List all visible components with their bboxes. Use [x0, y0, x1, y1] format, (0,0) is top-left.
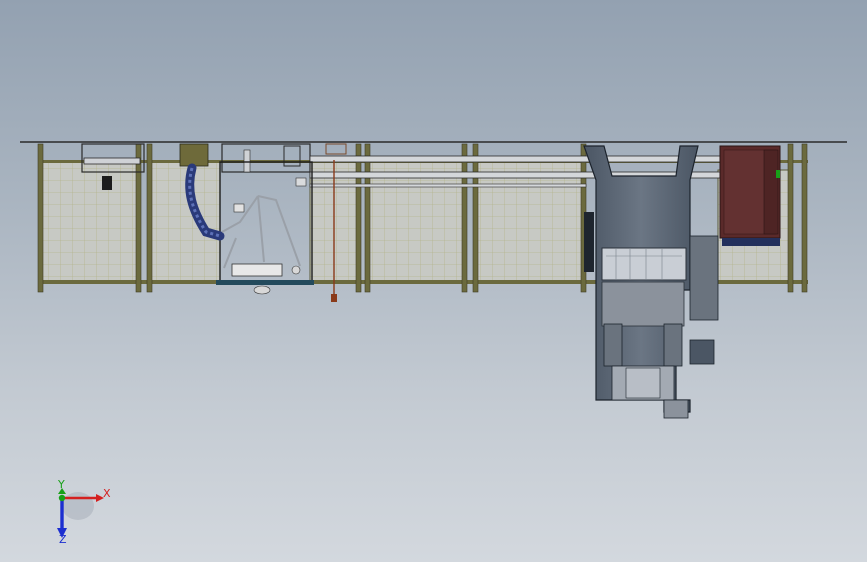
cad-viewport[interactable]: X Y Z [0, 0, 867, 562]
press-machine [583, 145, 719, 419]
coordinate-triad: X Y Z [57, 478, 111, 546]
y-axis-label: Y [57, 478, 65, 491]
y-axis-dot [58, 494, 66, 502]
x-axis-label: X [103, 487, 111, 500]
z-axis-label: Z [59, 533, 67, 546]
control-cabinet [719, 145, 781, 246]
